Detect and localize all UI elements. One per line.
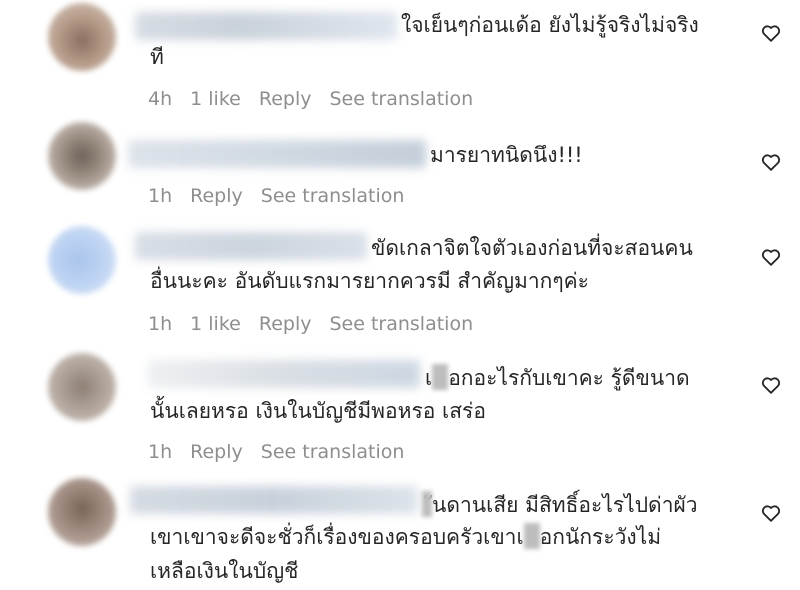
- heart-outline-icon[interactable]: [760, 374, 782, 396]
- comment-meta: 4h 1 like Reply See translation: [148, 88, 491, 110]
- comment-text: ที: [150, 45, 164, 69]
- comment-text: เหลือเงินในบัญชี: [150, 559, 299, 583]
- comment-text-part: เขาเขาจะดีจะชั่วก็เรื่องของครอบครัวเขาเ: [150, 525, 524, 549]
- comment-text-part: อกอะไรกับเขาคะ รู้ดีขนาด: [448, 366, 690, 390]
- comment-text-part: ันดานเสีย มีสิทธิ์อะไรไปด่าผัว: [432, 493, 698, 517]
- reply-link[interactable]: Reply: [259, 313, 312, 335]
- comment-time: 1h: [148, 185, 173, 207]
- avatar[interactable]: [48, 122, 116, 190]
- comment-text: นั้นเลยหรอ เงินในบัญชีมีพอหรอ เสร่อ: [150, 399, 486, 423]
- comment-text: มารยาทนิดนึง!!!: [430, 143, 583, 167]
- comment-meta: 1h Reply See translation: [148, 185, 422, 207]
- see-translation-link[interactable]: See translation: [261, 185, 405, 207]
- censor-mosaic: [422, 491, 432, 517]
- comment-time: 1h: [148, 441, 173, 463]
- see-translation-link[interactable]: See translation: [261, 441, 405, 463]
- username-redacted[interactable]: [148, 360, 420, 388]
- comment-text: ันดานเสีย มีสิทธิ์อะไรไปด่าผัว: [422, 490, 698, 520]
- reply-link[interactable]: Reply: [259, 88, 312, 110]
- reply-link[interactable]: Reply: [190, 185, 243, 207]
- censor-mosaic: [523, 523, 540, 549]
- see-translation-link[interactable]: See translation: [329, 88, 473, 110]
- comment-text: เขาเขาจะดีจะชั่วก็เรื่องของครอบครัวเขาเ อ…: [150, 522, 661, 552]
- avatar[interactable]: [48, 353, 116, 421]
- heart-outline-icon[interactable]: [760, 22, 782, 44]
- see-translation-link[interactable]: See translation: [329, 313, 473, 335]
- comment-text: ขัดเกลาจิตใจตัวเองก่อนที่จะสอนคน: [371, 236, 693, 260]
- like-count[interactable]: 1 like: [190, 313, 241, 335]
- comment-text-part: อกนักระวังไม่: [539, 525, 662, 549]
- comment-text: อื่นนะคะ อันดับแรกมารยากควรมี สำคัญมากๆค…: [150, 269, 589, 293]
- comment-meta: 1h Reply See translation: [148, 441, 422, 463]
- username-redacted[interactable]: [130, 486, 418, 514]
- comment-meta: 1h 1 like Reply See translation: [148, 313, 491, 335]
- comment-1: ใจเย็นๆก่อนเด้อ ยังไม่รู้จริงไม่จริง ที …: [0, 0, 800, 130]
- comment-text: เ อกอะไรกับเขาคะ รู้ดีขนาด: [425, 363, 690, 393]
- username-redacted[interactable]: [135, 12, 397, 40]
- avatar[interactable]: [48, 478, 116, 546]
- avatar[interactable]: [48, 226, 116, 294]
- reply-link[interactable]: Reply: [190, 441, 243, 463]
- comment-text-part: เ: [425, 366, 433, 390]
- avatar[interactable]: [48, 3, 116, 71]
- heart-outline-icon[interactable]: [760, 151, 782, 173]
- heart-outline-icon[interactable]: [760, 246, 782, 268]
- comment-time: 4h: [148, 88, 173, 110]
- like-count[interactable]: 1 like: [190, 88, 241, 110]
- comment-time: 1h: [148, 313, 173, 335]
- username-redacted[interactable]: [135, 232, 367, 260]
- username-redacted[interactable]: [128, 140, 426, 168]
- censor-mosaic: [432, 364, 449, 390]
- heart-outline-icon[interactable]: [760, 502, 782, 524]
- comment-text: ใจเย็นๆก่อนเด้อ ยังไม่รู้จริงไม่จริง: [401, 13, 699, 37]
